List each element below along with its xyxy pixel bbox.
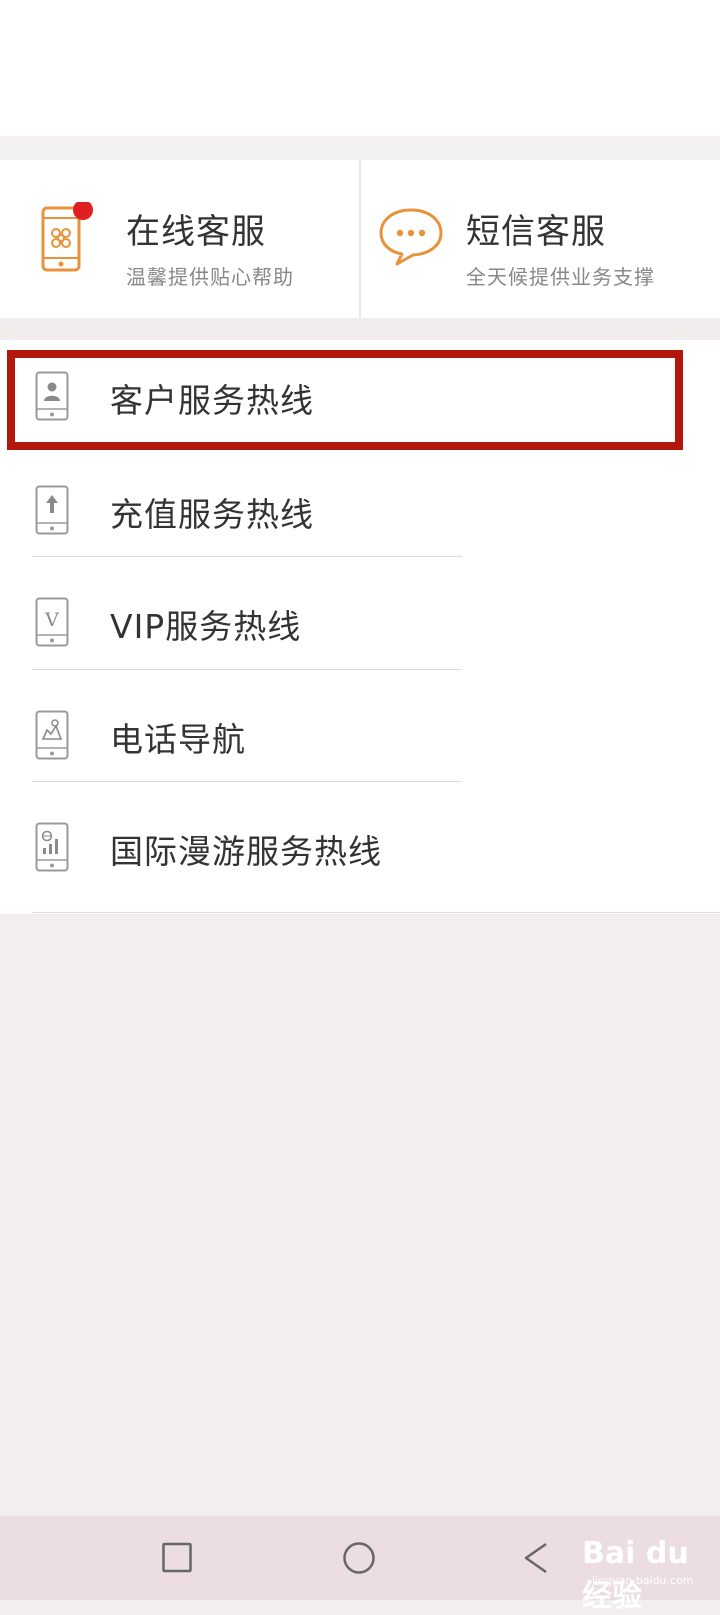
card-subtitle: 温馨提供贴心帮助 [126, 265, 294, 289]
hotline-phone-navigation[interactable]: 电话导航 [0, 679, 720, 793]
top-blank-area [0, 0, 720, 136]
highlight-box [7, 350, 683, 450]
section-gap [0, 136, 720, 160]
hotline-recharge[interactable]: 充值服务热线 [0, 454, 720, 568]
phone-vip-icon: V [35, 597, 69, 651]
hotline-label: 国际漫游服务热线 [110, 832, 382, 871]
system-navigation-bar: Bai du 经验 jingyan.baidu.com [0, 1516, 720, 1614]
chat-bubble-icon [375, 204, 447, 272]
svg-text:V: V [44, 609, 59, 631]
service-cards: 在线客服 温馨提供贴心帮助 短信客服 全天候提供业务支撑 [0, 160, 720, 319]
card-subtitle: 全天候提供业务支撑 [466, 265, 655, 289]
baidu-jingyan-watermark: Bai du 经验 jingyan.baidu.com [582, 1528, 712, 1614]
hotline-customer-service[interactable]: 客户服务热线 [0, 340, 720, 454]
phone-upload-icon [35, 485, 69, 539]
section-gap [0, 318, 720, 340]
sms-service-card[interactable]: 短信客服 全天候提供业务支撑 [361, 160, 720, 318]
divider [32, 912, 720, 913]
divider [32, 669, 462, 670]
phone-china-unicom-icon [40, 200, 96, 280]
card-title: 在线客服 [126, 212, 266, 252]
divider [32, 781, 462, 782]
recent-apps-button[interactable] [162, 1542, 192, 1578]
card-title: 短信客服 [466, 212, 606, 252]
watermark-sub: jingyan.baidu.com [592, 1574, 694, 1587]
phone-navigation-icon [35, 710, 69, 764]
hotline-international-roaming[interactable]: 国际漫游服务热线 [0, 791, 720, 905]
home-button[interactable] [342, 1542, 376, 1580]
phone-roaming-icon [35, 822, 69, 876]
hotline-label: 充值服务热线 [110, 495, 314, 534]
hotline-label: VIP服务热线 [110, 607, 302, 646]
hotline-list: 客户服务热线 充值服务热线 V VIP服务热线 电话导航 国际漫游服务热线 [0, 340, 720, 914]
online-service-card[interactable]: 在线客服 温馨提供贴心帮助 [0, 160, 361, 318]
back-button[interactable] [522, 1542, 552, 1580]
divider [32, 556, 462, 557]
hotline-vip[interactable]: V VIP服务热线 [0, 566, 720, 680]
hotline-label: 电话导航 [110, 720, 246, 759]
